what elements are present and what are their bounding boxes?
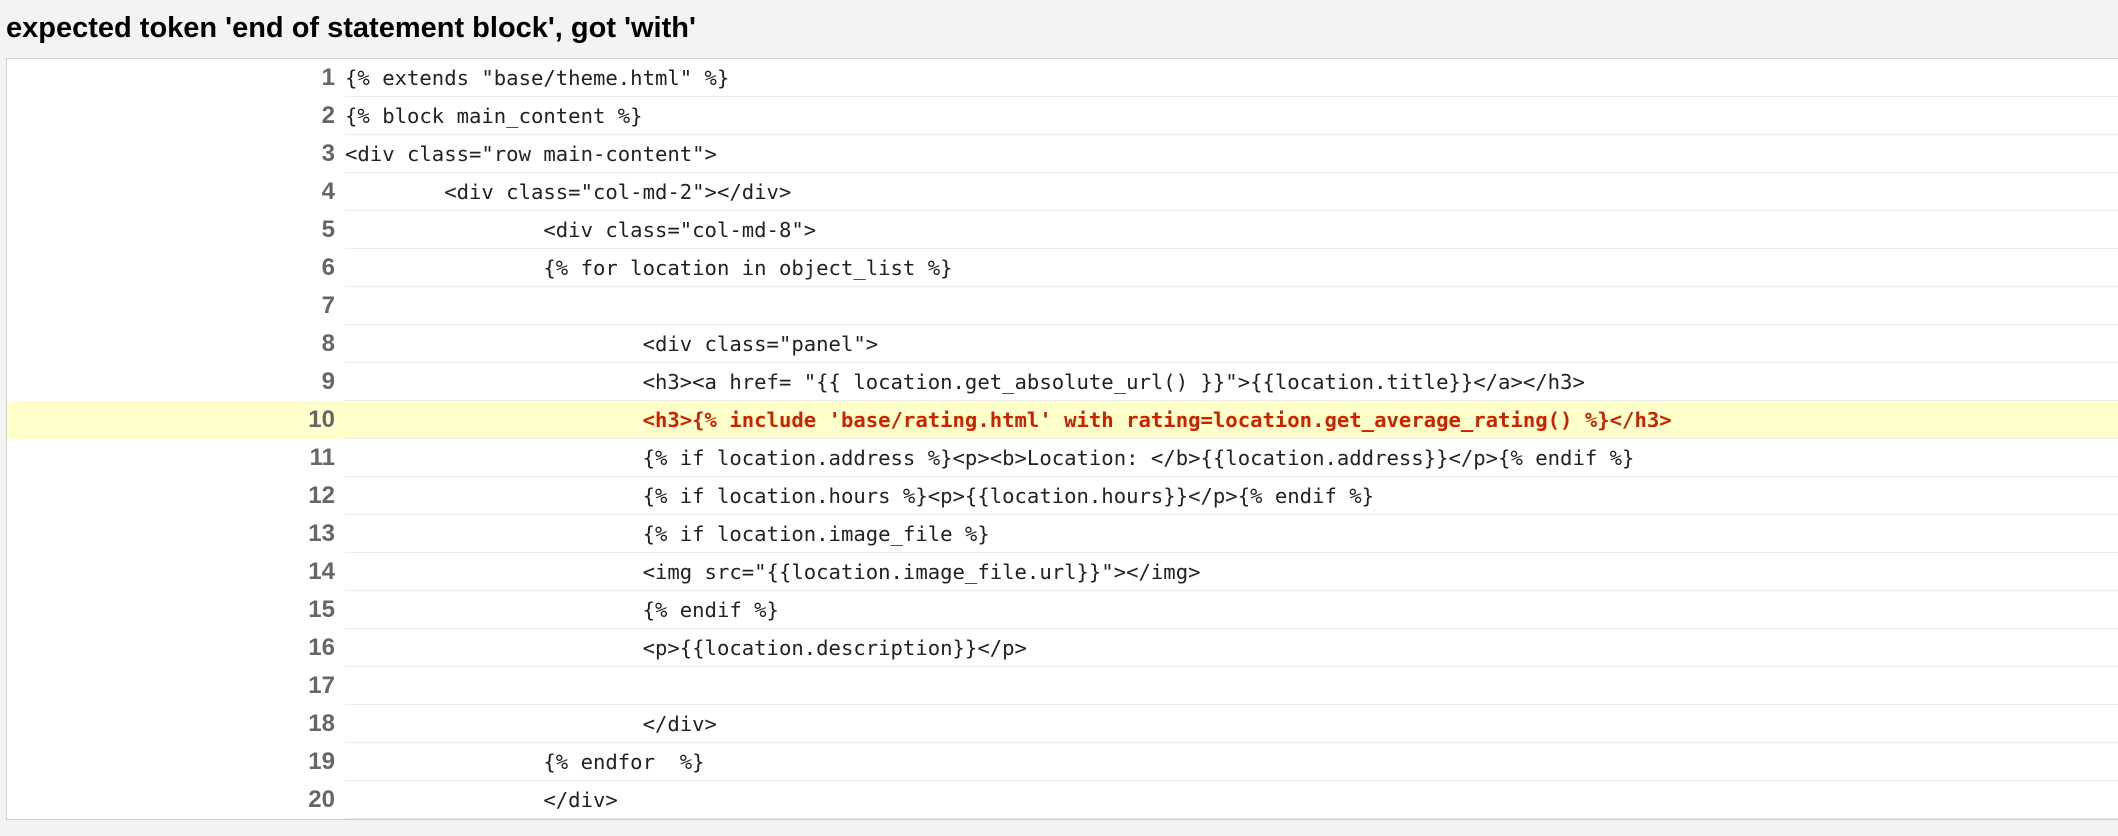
source-line: 13 {% if location.image_file %} xyxy=(7,515,2118,553)
line-code: {% for location in object_list %} xyxy=(345,249,2118,287)
source-line: 8 <div class="panel"> xyxy=(7,325,2118,363)
source-line-error-highlight: 10 <h3>{% include 'base/rating.html' wit… xyxy=(7,401,2118,439)
source-line: 3 <div class="row main-content"> xyxy=(7,135,2118,173)
line-code: <img src="{{location.image_file.url}}"><… xyxy=(345,553,2118,591)
line-code: <h3><a href= "{{ location.get_absolute_u… xyxy=(345,363,2118,401)
line-number: 4 xyxy=(321,178,335,205)
source-line: 20 </div> xyxy=(7,781,2118,819)
line-number: 9 xyxy=(321,368,335,395)
source-line: 11 {% if location.address %}<p><b>Locati… xyxy=(7,439,2118,477)
line-number: 20 xyxy=(308,786,335,813)
source-line: 9 <h3><a href= "{{ location.get_absolute… xyxy=(7,363,2118,401)
line-number: 6 xyxy=(321,254,335,281)
source-line: 15 {% endif %} xyxy=(7,591,2118,629)
source-line: 19 {% endfor %} xyxy=(7,743,2118,781)
line-code-error: <h3>{% include 'base/rating.html' with r… xyxy=(345,401,2118,439)
source-line: 2 {% block main_content %} xyxy=(7,97,2118,135)
line-code: <p>{{location.description}}</p> xyxy=(345,629,2118,667)
line-code: <div class="row main-content"> xyxy=(345,135,2118,173)
line-code xyxy=(345,287,2118,325)
line-number: 11 xyxy=(309,444,335,471)
line-number: 13 xyxy=(308,520,335,547)
line-number: 1 xyxy=(321,64,335,91)
line-number: 10 xyxy=(308,406,335,433)
source-line: 6 {% for location in object_list %} xyxy=(7,249,2118,287)
line-code: <div class="col-md-2"></div> xyxy=(345,173,2118,211)
line-code: <div class="col-md-8"> xyxy=(345,211,2118,249)
line-code: {% endif %} xyxy=(345,591,2118,629)
line-code: {% block main_content %} xyxy=(345,97,2118,135)
source-line: 7 xyxy=(7,287,2118,325)
line-code: {% if location.hours %}<p>{{location.hou… xyxy=(345,477,2118,515)
line-code: {% if location.image_file %} xyxy=(345,515,2118,553)
line-number: 3 xyxy=(321,140,335,167)
line-code: </div> xyxy=(345,781,2118,819)
line-number: 2 xyxy=(321,102,335,129)
line-code xyxy=(345,667,2118,705)
line-code: {% if location.address %}<p><b>Location:… xyxy=(345,439,2118,477)
line-code: <div class="panel"> xyxy=(345,325,2118,363)
error-page: expected token 'end of statement block',… xyxy=(0,0,2118,836)
error-title: expected token 'end of statement block',… xyxy=(6,12,696,44)
source-line: 5 <div class="col-md-8"> xyxy=(7,211,2118,249)
line-number: 12 xyxy=(308,482,335,509)
line-code: </div> xyxy=(345,705,2118,743)
line-number: 19 xyxy=(308,748,335,775)
line-number: 17 xyxy=(308,672,335,699)
line-number: 5 xyxy=(321,216,335,243)
source-line: 14 <img src="{{location.image_file.url}}… xyxy=(7,553,2118,591)
source-line: 17 xyxy=(7,667,2118,705)
source-line: 12 {% if location.hours %}<p>{{location.… xyxy=(7,477,2118,515)
source-line: 18 </div> xyxy=(7,705,2118,743)
line-number: 16 xyxy=(308,634,335,661)
line-code: {% endfor %} xyxy=(345,743,2118,781)
source-line: 4 <div class="col-md-2"></div> xyxy=(7,173,2118,211)
source-line: 1 {% extends "base/theme.html" %} xyxy=(7,59,2118,97)
line-number: 15 xyxy=(308,596,335,623)
line-number: 7 xyxy=(321,292,335,319)
line-number: 8 xyxy=(321,330,335,357)
line-code: {% extends "base/theme.html" %} xyxy=(345,59,2118,97)
source-code-table: 1 {% extends "base/theme.html" %} 2 {% b… xyxy=(6,58,2118,820)
line-number: 18 xyxy=(308,710,335,737)
source-line: 16 <p>{{location.description}}</p> xyxy=(7,629,2118,667)
line-number: 14 xyxy=(308,558,335,585)
